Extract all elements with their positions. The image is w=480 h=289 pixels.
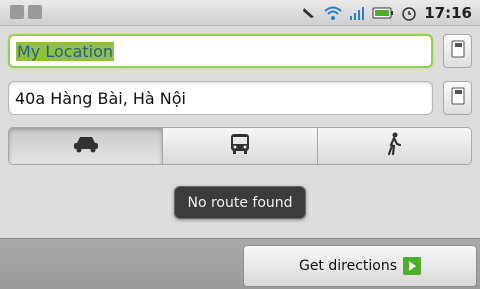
mode-transit-button[interactable]	[162, 128, 317, 164]
directions-form: My Location 40a Hàng Bài, Hà Nội No rout…	[0, 26, 480, 238]
bottom-bar: Get directions	[0, 238, 480, 289]
end-location-value: 40a Hàng Bài, Hà Nội	[15, 88, 186, 108]
mode-driving-button[interactable]	[9, 128, 163, 164]
notification-icon	[10, 5, 24, 19]
end-contact-button[interactable]	[443, 81, 472, 115]
go-arrow-icon	[403, 257, 422, 275]
notification-area	[10, 5, 42, 19]
contact-book-icon	[450, 86, 466, 110]
wifi-icon	[324, 5, 342, 21]
clock: 17:16	[424, 4, 472, 22]
status-icons: 17:16	[301, 3, 472, 23]
start-location-field[interactable]: My Location	[8, 34, 433, 68]
airplane-mode-icon	[301, 5, 317, 21]
alarm-icon	[401, 5, 417, 21]
get-directions-button[interactable]: Get directions	[243, 245, 477, 287]
start-contact-button[interactable]	[443, 34, 472, 68]
mode-walking-button[interactable]	[316, 128, 471, 164]
notification-icon	[28, 5, 42, 19]
start-location-value: My Location	[16, 41, 115, 61]
bus-icon	[229, 133, 251, 159]
status-bar: 17:16	[0, 0, 480, 26]
car-icon	[73, 135, 99, 157]
walk-icon	[386, 132, 402, 160]
travel-mode-selector	[8, 127, 472, 165]
signal-icon	[349, 5, 365, 21]
no-route-toast: No route found	[174, 186, 306, 219]
end-location-field[interactable]: 40a Hàng Bài, Hà Nội	[8, 81, 433, 115]
battery-icon	[372, 6, 394, 20]
contact-book-icon	[450, 39, 466, 63]
get-directions-label: Get directions	[298, 258, 398, 274]
